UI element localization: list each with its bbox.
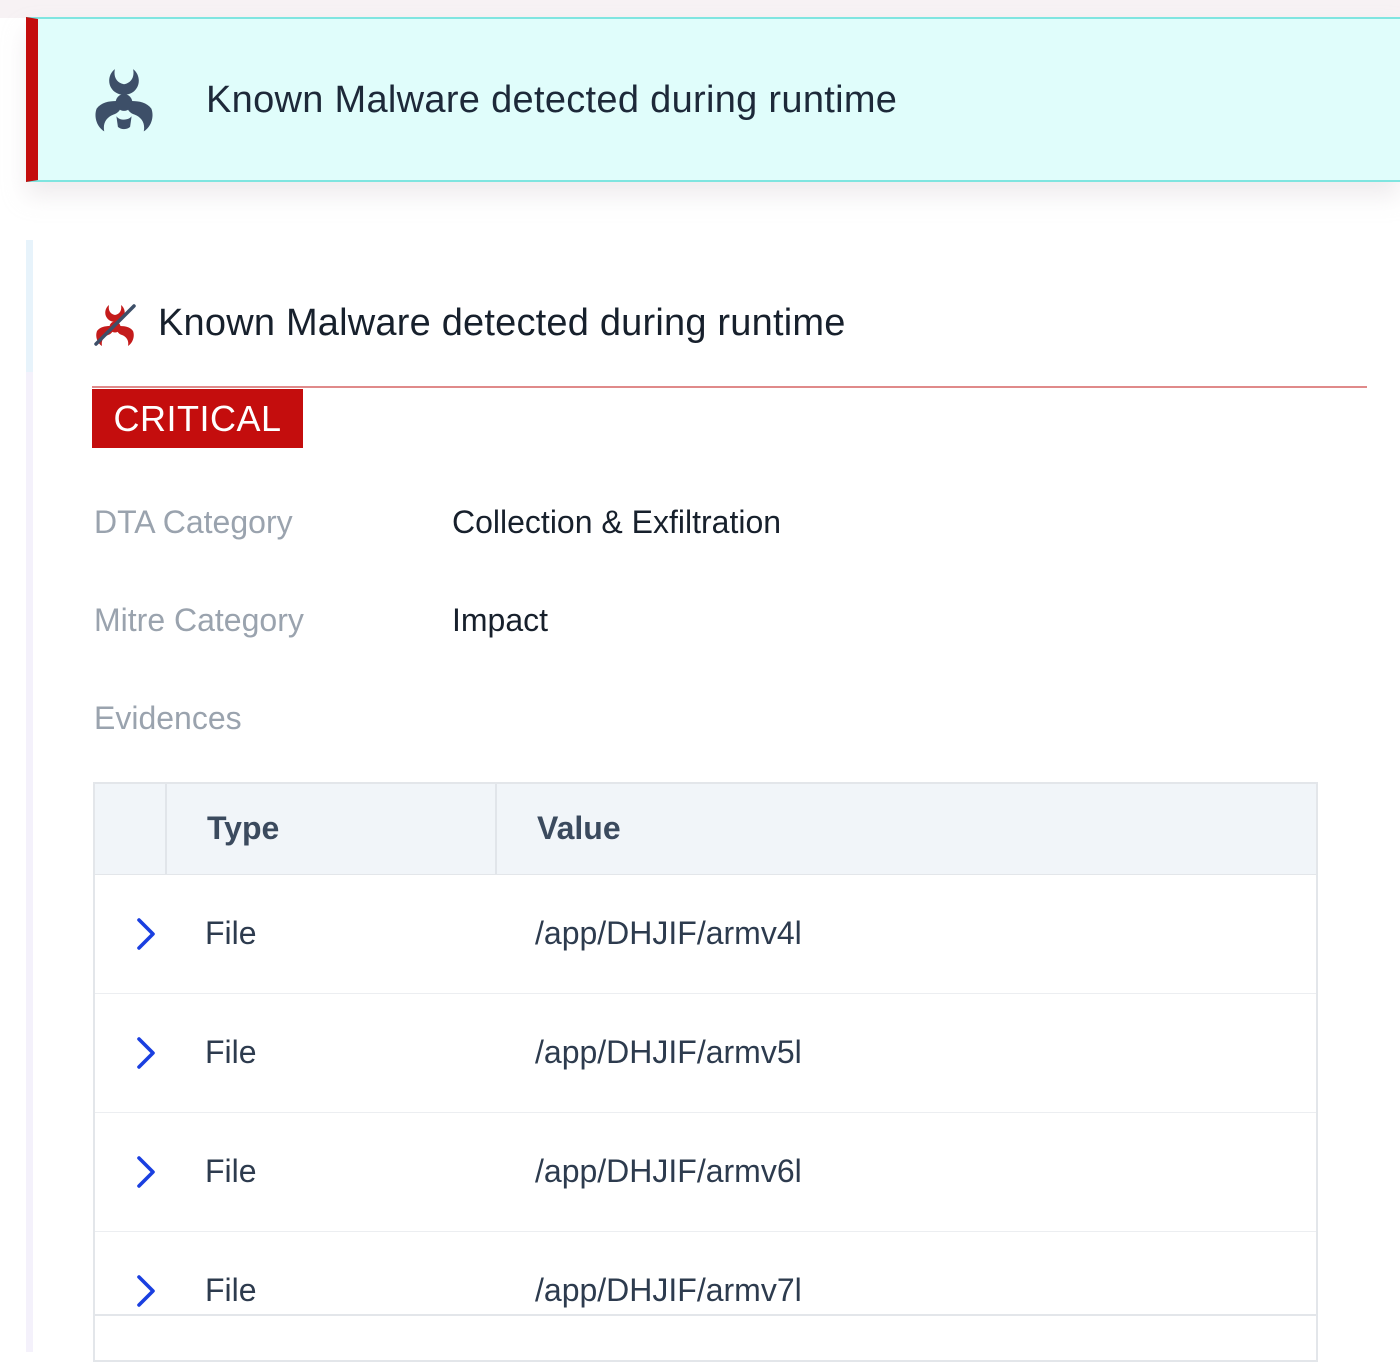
alert-banner: Known Malware detected during runtime — [26, 17, 1400, 182]
column-header-type[interactable]: Type — [207, 810, 279, 847]
evidences-label: Evidences — [94, 700, 242, 736]
biohazard-icon — [95, 69, 153, 132]
table-row[interactable]: File /app/DHJIF/armv6l — [95, 1113, 1316, 1232]
header-separator — [165, 784, 167, 874]
table-row[interactable]: File /app/DHJIF/armv4l — [95, 875, 1316, 994]
table-row-divider — [95, 1314, 1316, 1316]
header-separator — [495, 784, 497, 874]
chevron-right-icon[interactable] — [133, 1036, 159, 1070]
banner-title: Known Malware detected during runtime — [206, 79, 898, 121]
mitre-category-label: Mitre Category — [94, 602, 304, 638]
evidence-type: File — [205, 1272, 257, 1308]
table-header: Type Value — [95, 784, 1316, 875]
evidence-type: File — [205, 1153, 257, 1189]
biohazard-crossed-icon — [94, 304, 136, 346]
evidence-value: /app/DHJIF/armv6l — [535, 1153, 802, 1189]
panel-left-rule-accent — [26, 240, 33, 372]
chevron-right-icon[interactable] — [133, 1155, 159, 1189]
severity-divider — [92, 386, 1367, 388]
chevron-right-icon[interactable] — [133, 917, 159, 951]
table-row[interactable]: File /app/DHJIF/armv5l — [95, 994, 1316, 1113]
top-strip — [0, 0, 1400, 18]
chevron-right-icon[interactable] — [133, 1274, 159, 1308]
dta-category-value: Collection & Exfiltration — [452, 504, 782, 540]
mitre-category-value: Impact — [452, 602, 549, 638]
evidence-value: /app/DHJIF/armv7l — [535, 1272, 802, 1308]
dta-category-label: DTA Category — [94, 504, 293, 540]
table-row[interactable]: File /app/DHJIF/armv7l — [95, 1232, 1316, 1350]
evidence-value: /app/DHJIF/armv5l — [535, 1034, 802, 1070]
evidence-type: File — [205, 1034, 257, 1070]
severity-badge: CRITICAL — [92, 389, 303, 448]
evidence-value: /app/DHJIF/armv4l — [535, 915, 802, 951]
evidences-table: Type Value File /app/DHJIF/armv4l File /… — [93, 782, 1318, 1362]
column-header-value[interactable]: Value — [537, 810, 621, 847]
evidence-type: File — [205, 915, 257, 951]
panel-title: Known Malware detected during runtime — [158, 302, 846, 344]
panel-left-rule — [26, 240, 33, 1352]
